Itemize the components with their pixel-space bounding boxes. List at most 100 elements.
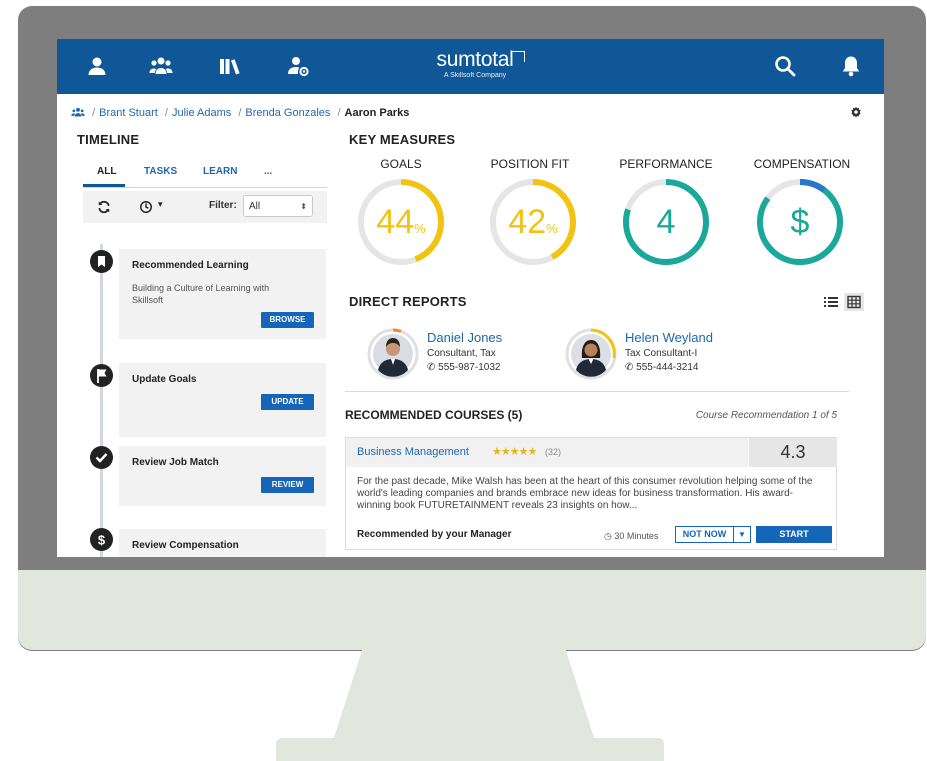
- gauge-number: 44: [376, 203, 415, 241]
- recommended-courses-title: RECOMMENDED COURSES (5): [345, 408, 523, 422]
- course-card: Business Management ★★★★★ (32) 4.3 For t…: [345, 437, 837, 550]
- team-icon[interactable]: [71, 107, 85, 117]
- breadcrumb-link[interactable]: Brenda Gonzales: [245, 107, 330, 119]
- not-now-button[interactable]: NOT NOW: [675, 526, 734, 543]
- tab-more[interactable]: ...: [264, 166, 272, 177]
- clock-icon: ◷: [604, 531, 615, 541]
- gauge-value: 42%: [487, 176, 579, 268]
- breadcrumb: / Brant Stuart / Julie Adams / Brenda Gonza…: [71, 107, 409, 119]
- browse-button[interactable]: BROWSE: [261, 312, 314, 328]
- report-name-link[interactable]: Daniel Jones: [427, 330, 502, 345]
- key-measures-title: KEY MEASURES: [349, 132, 456, 147]
- caret-down-icon: ▾: [158, 199, 163, 209]
- gauge-unit: %: [414, 221, 426, 236]
- svg-text:$: $: [98, 533, 106, 548]
- timeline-card-desc: Building a Culture of Learning with Skil…: [132, 283, 270, 305]
- flag-icon: [90, 364, 113, 387]
- start-button[interactable]: START: [756, 526, 832, 543]
- avatar: [367, 328, 419, 380]
- select-arrows-icon: ⬍: [300, 202, 307, 211]
- bell-icon[interactable]: [839, 54, 863, 78]
- monitor-chin: [18, 570, 926, 650]
- team-icon[interactable]: [149, 54, 173, 78]
- rating-count: (32): [545, 447, 562, 457]
- timeline-line: [100, 244, 103, 557]
- active-tab-indicator: [83, 184, 125, 187]
- timeline-card: Review Job Match REVIEW: [119, 446, 326, 506]
- position-fit-gauge[interactable]: 42%: [487, 176, 579, 268]
- avatar: [565, 328, 617, 380]
- report-phone-number: 555-987-1032: [438, 362, 501, 373]
- check-icon: [90, 446, 113, 469]
- search-icon[interactable]: [773, 54, 797, 78]
- section-divider: [345, 391, 849, 392]
- gear-icon[interactable]: [850, 105, 862, 118]
- direct-reports-title: DIRECT REPORTS: [349, 294, 467, 309]
- course-header: Business Management ★★★★★ (32): [346, 438, 748, 467]
- recommended-by: Recommended by your Manager: [357, 529, 512, 540]
- tab-all[interactable]: ALL: [97, 166, 116, 177]
- course-title-link[interactable]: Business Management: [357, 446, 469, 458]
- timeline-card-title: Update Goals: [132, 374, 197, 385]
- gauge-number: 42: [508, 203, 547, 241]
- course-score: 4.3: [749, 438, 837, 467]
- course-pager: Course Recommendation 1 of 5: [695, 410, 837, 421]
- gauge-unit: %: [546, 221, 558, 236]
- timeline-toolbar: ▾ Filter: All ⬍: [83, 191, 327, 223]
- breadcrumb-link[interactable]: Brant Stuart: [99, 107, 158, 119]
- goals-gauge[interactable]: 44%: [355, 176, 447, 268]
- logo-subtitle: A Skillsoft Company: [443, 72, 507, 79]
- dollar-icon: $: [90, 528, 113, 551]
- gauge-value: $: [754, 176, 846, 268]
- user-settings-icon[interactable]: [286, 54, 310, 78]
- clock-icon: [140, 201, 152, 213]
- direct-report-card[interactable]: Helen Weyland Tax Consultant-I ✆ 555-444…: [565, 328, 795, 384]
- timeline-card: Recommended Learning Building a Culture …: [119, 249, 326, 339]
- monitor-stand-base: [276, 738, 664, 761]
- review-button[interactable]: REVIEW: [261, 477, 314, 493]
- course-duration-text: 30 Minutes: [614, 531, 659, 541]
- breadcrumb-link[interactable]: Julie Adams: [172, 107, 231, 119]
- report-name-link[interactable]: Helen Weyland: [625, 330, 713, 345]
- library-icon[interactable]: [218, 54, 242, 78]
- star-rating: ★★★★★: [492, 446, 537, 458]
- direct-report-card[interactable]: Daniel Jones Consultant, Tax ✆ 555-987-1…: [367, 328, 597, 384]
- report-role: Consultant, Tax: [427, 348, 496, 359]
- phone-icon: ✆: [427, 362, 439, 373]
- gauge-label: PERFORMANCE: [619, 157, 713, 171]
- gauge-label: GOALS: [380, 157, 422, 171]
- report-phone-number: 555-444-3214: [636, 362, 699, 373]
- gauge-number: $: [790, 203, 810, 241]
- course-description: For the past decade, Mike Walsh has been…: [357, 476, 813, 511]
- tab-tasks[interactable]: TASKS: [144, 166, 177, 177]
- timeline-card: Update Goals UPDATE: [119, 363, 326, 437]
- report-role: Tax Consultant-I: [625, 348, 698, 359]
- tab-learn[interactable]: LEARN: [203, 166, 237, 177]
- refresh-icon[interactable]: [97, 200, 111, 214]
- course-duration: ◷ 30 Minutes: [604, 531, 658, 542]
- filter-select[interactable]: All ⬍: [243, 195, 313, 217]
- caret-down-icon[interactable]: ▼: [734, 526, 751, 543]
- grid-view-icon[interactable]: [844, 293, 864, 311]
- timeline-tabs: ALL TASKS LEARN ...: [83, 165, 327, 188]
- time-sort-dropdown[interactable]: ▾: [139, 199, 169, 214]
- report-phone: ✆ 555-444-3214: [625, 362, 698, 373]
- user-icon[interactable]: [85, 54, 109, 78]
- compensation-gauge[interactable]: $: [754, 176, 846, 268]
- timeline-title: TIMELINE: [77, 132, 140, 147]
- phone-icon: ✆: [625, 362, 637, 373]
- gauge-label: POSITION FIT: [490, 157, 570, 171]
- logo-mark-icon: [511, 51, 525, 62]
- gauge-label: COMPENSATION: [753, 157, 851, 171]
- list-view-icon[interactable]: [821, 293, 841, 311]
- update-button[interactable]: UPDATE: [261, 394, 314, 410]
- bookmark-icon: [90, 250, 113, 273]
- monitor-stand: [330, 650, 598, 750]
- timeline-card: Review Compensation: [119, 529, 326, 557]
- report-phone: ✆ 555-987-1032: [427, 362, 500, 373]
- gauge-value: 4: [620, 176, 712, 268]
- performance-gauge[interactable]: 4: [620, 176, 712, 268]
- gauge-value: 44%: [355, 176, 447, 268]
- app-screen: sumtotal A Skillsoft Company / Brant Stua…: [57, 39, 884, 557]
- gauge-number: 4: [656, 203, 676, 241]
